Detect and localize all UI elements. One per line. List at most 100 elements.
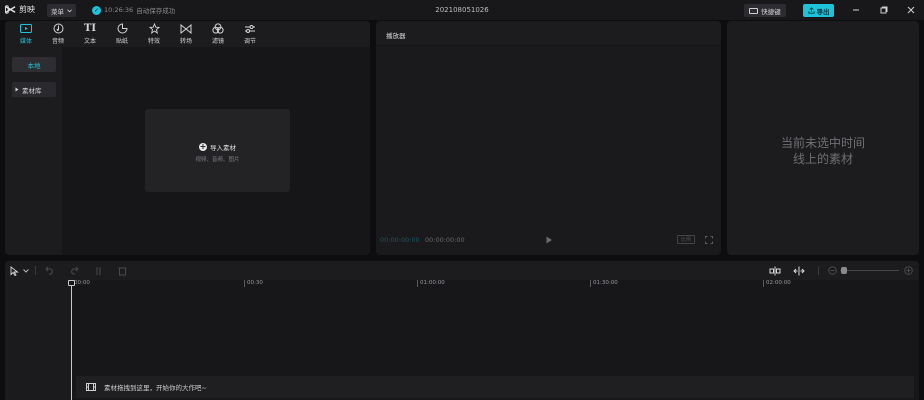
sidebar-item-label: 素材库 <box>22 86 42 95</box>
timeline-toolbar <box>5 261 919 280</box>
tab-label: 音频 <box>51 38 64 45</box>
save-time: 10:26:36 <box>104 6 134 14</box>
import-media-dropzone[interactable]: + 导入素材 视频、音频、图片 <box>145 109 290 192</box>
snap-button[interactable] <box>768 265 781 276</box>
link-button[interactable] <box>792 265 805 276</box>
attribute-panel: 当前未选中时间 线上的素材 <box>727 21 919 255</box>
zoom-out-button[interactable] <box>827 265 838 276</box>
delete-button[interactable] <box>117 265 128 276</box>
app-name: 剪映 <box>19 5 35 14</box>
export-label: 导出 <box>816 7 830 16</box>
zoom-slider-track[interactable] <box>840 270 899 271</box>
adjust-icon <box>244 23 256 34</box>
timeline-body[interactable]: 00:00 00:30 01:00:00 01:30:00 02:00:00 素… <box>5 280 919 400</box>
select-tool-button[interactable] <box>9 265 20 276</box>
close-button[interactable] <box>903 3 919 17</box>
import-label: 导入素材 <box>210 144 236 152</box>
fullscreen-icon[interactable] <box>705 236 713 244</box>
timeline-drop-hint: 素材拖拽到这里，开始你的大作吧~ <box>76 376 914 398</box>
zoom-in-button[interactable] <box>903 265 914 276</box>
caret-right-icon <box>15 87 19 92</box>
sticker-icon <box>116 23 128 34</box>
effects-icon <box>148 23 160 34</box>
ruler-tick-label: 01:30:00 <box>590 280 618 287</box>
ratio-label: 比例 <box>680 237 691 243</box>
save-status: ✓ 10:26:36 自动保存成功 <box>92 5 175 15</box>
ruler-tick-label: 01:00:00 <box>417 280 445 287</box>
empty-selection-message: 当前未选中时间 线上的素材 <box>727 135 919 167</box>
player-title: 播放器 <box>386 32 406 40</box>
ruler-tick-label: 02:00:00 <box>763 280 791 287</box>
media-icon <box>20 23 32 34</box>
import-sublabel: 视频、音频、图片 <box>195 157 240 163</box>
current-time: 00:00:00:00 <box>380 236 420 244</box>
menu-label: 菜单 <box>51 7 64 16</box>
total-time: 00:00:00:00 <box>425 236 465 244</box>
playhead[interactable] <box>71 280 72 400</box>
chevron-down-icon <box>23 268 29 273</box>
empty-message-line: 当前未选中时间 <box>780 136 865 150</box>
tab-adjust[interactable]: 调节 <box>234 21 266 47</box>
tab-label: 贴纸 <box>115 38 128 45</box>
undo-button[interactable] <box>44 265 55 276</box>
media-panel: 媒体 音频 TI 文本 贴纸 特效 转场 滤镜 调节 本地 素材库 + 导入素材… <box>5 21 370 255</box>
tab-media[interactable]: 媒体 <box>10 21 42 47</box>
sidebar-item-label: 本地 <box>27 61 41 70</box>
media-tabs: 媒体 音频 TI 文本 贴纸 特效 转场 滤镜 调节 <box>5 21 370 47</box>
chevron-down-icon <box>67 8 72 12</box>
menu-button[interactable]: 菜单 <box>47 4 76 17</box>
jianying-logo-icon <box>5 5 16 14</box>
sidebar-item-local[interactable]: 本地 <box>12 57 56 72</box>
audio-icon <box>52 23 64 34</box>
transition-icon <box>180 23 192 34</box>
plus-icon: + <box>199 142 207 151</box>
playhead-handle[interactable] <box>68 280 75 286</box>
close-icon <box>907 6 915 14</box>
drop-hint-text: 素材拖拽到这里，开始你的大作吧~ <box>104 384 207 392</box>
tab-label: 转场 <box>179 38 192 45</box>
check-icon: ✓ <box>92 5 101 15</box>
title-bar: 剪映 菜单 ✓ 10:26:36 自动保存成功 202108051026 快捷键… <box>0 0 924 20</box>
export-icon <box>807 7 815 14</box>
import-label-row: + 导入素材 <box>145 142 290 152</box>
play-icon[interactable] <box>545 236 553 244</box>
tab-transition[interactable]: 转场 <box>170 21 202 47</box>
minimize-button[interactable] <box>848 3 864 17</box>
redo-button[interactable] <box>68 265 79 276</box>
delete-icon <box>118 267 127 275</box>
export-button[interactable]: 导出 <box>803 4 834 17</box>
film-icon <box>86 383 96 391</box>
player-panel: 播放器 00:00:00:00 00:00:00:00 比例 <box>376 21 721 255</box>
time-ruler[interactable]: 00:00 00:30 01:00:00 01:30:00 02:00:00 <box>71 280 919 290</box>
tab-label: 调节 <box>243 38 256 45</box>
ratio-button[interactable]: 比例 <box>677 235 695 244</box>
tab-filter[interactable]: 滤镜 <box>202 21 234 47</box>
zoom-in-icon <box>904 266 913 275</box>
maximize-button[interactable] <box>876 3 892 17</box>
media-sidebar: 本地 素材库 <box>5 47 62 255</box>
tab-effects[interactable]: 特效 <box>138 21 170 47</box>
tab-audio[interactable]: 音频 <box>42 21 74 47</box>
save-status-text: 自动保存成功 <box>136 7 176 15</box>
app-logo: 剪映 <box>5 4 35 15</box>
split-icon <box>96 266 101 275</box>
ruler-tick-label: 00:30 <box>244 280 263 287</box>
snap-icon <box>769 266 780 275</box>
player-screen <box>376 46 721 255</box>
restore-icon <box>880 6 888 14</box>
text-icon: TI <box>83 23 97 34</box>
minimize-icon <box>853 9 859 11</box>
timeline-panel: 00:00 00:30 01:00:00 01:30:00 02:00:00 素… <box>5 261 919 400</box>
shortcut-button[interactable]: 快捷键 <box>744 4 786 17</box>
split-button[interactable] <box>93 265 104 276</box>
zoom-slider-handle[interactable] <box>841 267 847 274</box>
link-icon <box>792 266 805 275</box>
tab-label: 特效 <box>147 38 160 45</box>
filter-icon <box>212 23 224 34</box>
tab-sticker[interactable]: 贴纸 <box>106 21 138 47</box>
tab-text[interactable]: TI 文本 <box>74 21 106 47</box>
empty-message-line: 线上的素材 <box>792 152 853 166</box>
select-tool-dropdown[interactable] <box>22 265 30 276</box>
sidebar-item-library[interactable]: 素材库 <box>12 82 56 97</box>
tab-label: 滤镜 <box>211 38 224 45</box>
